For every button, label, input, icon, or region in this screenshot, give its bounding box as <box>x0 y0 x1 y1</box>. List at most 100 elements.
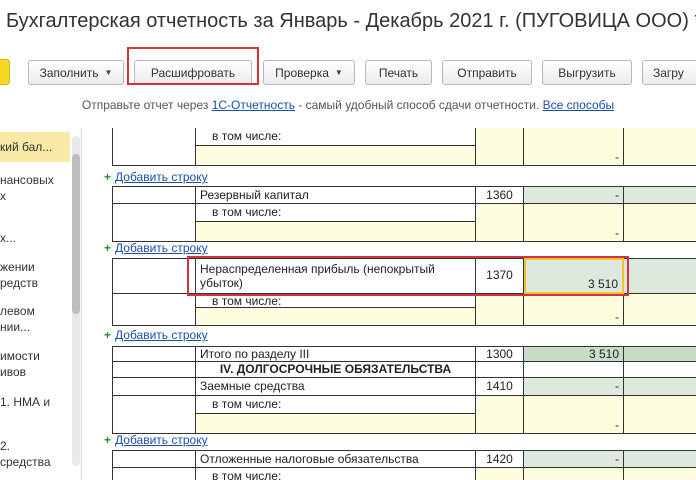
sections-scrollbar[interactable] <box>72 136 80 466</box>
check-button[interactable]: Проверка ▼ <box>263 60 355 85</box>
section-item[interactable]: х... <box>0 230 70 246</box>
code-cell <box>476 396 524 434</box>
save-close-button[interactable] <box>0 59 10 85</box>
add-row-label: Добавить строку <box>115 433 208 447</box>
value-cell[interactable] <box>624 468 696 480</box>
add-row-link[interactable]: + Добавить строку <box>104 241 208 255</box>
row-label: в том числе: <box>196 294 476 308</box>
add-row-label: Добавить строку <box>115 241 208 255</box>
deferred-tax-label: Отложенные налоговые обязательства <box>196 450 476 468</box>
send-button[interactable]: Отправить <box>442 60 532 85</box>
add-row-link[interactable]: + Добавить строку <box>104 328 208 342</box>
deferred-tax-prev[interactable] <box>624 450 696 468</box>
retained-earnings-highlight-frame <box>187 256 629 296</box>
value-cell[interactable] <box>624 294 696 326</box>
section-item[interactable]: 2. <box>0 438 70 454</box>
value-cell[interactable]: - <box>524 204 624 242</box>
value-cell[interactable] <box>624 396 696 434</box>
section-item[interactable]: жении <box>0 259 70 275</box>
report-sections-panel: кий бал... нансовых х х... жении редств … <box>0 128 82 480</box>
add-row-label: Добавить строку <box>115 170 208 184</box>
section-item[interactable]: нии... <box>0 319 70 335</box>
code-cell <box>476 294 524 326</box>
reserve-capital-value[interactable]: - <box>524 186 624 204</box>
plus-icon: + <box>104 328 112 342</box>
total-section3-code: 1300 <box>476 346 524 362</box>
scrollbar-thumb[interactable] <box>72 154 80 314</box>
section-item[interactable]: 1. НМА и <box>0 394 70 410</box>
window-title: Бухгалтерская отчетность за Январь - Дек… <box>6 10 696 32</box>
value-cell[interactable]: - <box>524 128 624 166</box>
reserve-capital-code: 1360 <box>476 186 524 204</box>
value-cell <box>524 362 624 378</box>
row-spacer <box>112 294 196 326</box>
row-spacer <box>112 346 196 362</box>
row-spacer <box>112 204 196 242</box>
section-item[interactable]: средства <box>0 454 70 470</box>
add-row-link[interactable]: + Добавить строку <box>104 170 208 184</box>
deferred-tax-value[interactable]: - <box>524 450 624 468</box>
section-item[interactable]: левом <box>0 303 70 319</box>
print-button[interactable]: Печать <box>365 60 432 85</box>
row-label: в том числе: <box>196 128 476 146</box>
fill-button[interactable]: Заполнить ▼ <box>28 60 124 85</box>
row-spacer <box>112 362 196 378</box>
value-cell[interactable] <box>524 468 624 480</box>
value-cell[interactable] <box>624 128 696 166</box>
borrowed-funds-value[interactable]: - <box>524 378 624 396</box>
info-middle: - самый удобный способ сдачи отчетности. <box>294 98 543 112</box>
import-button[interactable]: Загру <box>642 60 696 85</box>
export-button[interactable]: Выгрузить <box>542 60 632 85</box>
code-cell <box>476 362 524 378</box>
report-sheet: в том числе: - + Добавить строку Резервны… <box>90 128 696 480</box>
add-row-link[interactable]: + Добавить строку <box>104 433 208 447</box>
reserve-capital-prev[interactable] <box>624 186 696 204</box>
section4-header: IV. ДОЛГОСРОЧНЫЕ ОБЯЗАТЕЛЬСТВА <box>196 362 476 378</box>
value-cell[interactable] <box>624 204 696 242</box>
fill-button-label: Заполнить <box>39 65 99 80</box>
value-cell[interactable]: - <box>524 396 624 434</box>
send-button-label: Отправить <box>457 65 517 80</box>
section-item[interactable]: нансовых <box>0 172 70 188</box>
reserve-capital-label: Резервный капитал <box>196 186 476 204</box>
section-item[interactable]: кий бал... <box>0 132 70 162</box>
row-spacer <box>112 450 196 468</box>
check-button-label: Проверка <box>275 65 329 80</box>
add-row-label: Добавить строку <box>115 328 208 342</box>
code-cell <box>476 128 524 166</box>
total-section3-label: Итого по разделу III <box>196 346 476 362</box>
chevron-down-icon: ▼ <box>334 68 343 77</box>
borrowed-funds-prev[interactable] <box>624 378 696 396</box>
plus-icon: + <box>104 433 112 447</box>
row-spacer <box>112 468 196 480</box>
1c-reporting-link[interactable]: 1С-Отчетность <box>212 98 295 112</box>
input-cell[interactable] <box>196 222 476 242</box>
retained-earnings-prev[interactable] <box>624 258 696 294</box>
total-section3-prev <box>624 346 696 362</box>
section-item[interactable]: х <box>0 188 70 204</box>
section-item[interactable]: имости <box>0 348 70 364</box>
row-label: в том числе: <box>196 204 476 222</box>
section-item[interactable]: ивов <box>0 364 70 380</box>
input-cell[interactable] <box>196 146 476 166</box>
row-label: в том числе: <box>196 468 476 480</box>
row-spacer <box>112 186 196 204</box>
section-item[interactable]: редств <box>0 275 70 291</box>
export-button-label: Выгрузить <box>558 65 616 80</box>
all-ways-link[interactable]: Все способы <box>543 98 615 112</box>
chevron-down-icon: ▼ <box>104 68 113 77</box>
import-button-label: Загру <box>653 65 684 80</box>
row-spacer <box>112 378 196 396</box>
deferred-tax-code: 1420 <box>476 450 524 468</box>
borrowed-funds-label: Заемные средства <box>196 378 476 396</box>
plus-icon: + <box>104 241 112 255</box>
toolbar: Заполнить ▼ Расшифровать Проверка ▼ Печа… <box>0 47 696 86</box>
code-cell <box>476 204 524 242</box>
value-cell <box>624 362 696 378</box>
info-bar: Отправьте отчет через 1С-Отчетность - са… <box>0 98 696 122</box>
value-cell[interactable]: - <box>524 294 624 326</box>
decode-highlight-frame <box>127 47 259 85</box>
input-cell[interactable] <box>196 308 476 326</box>
code-cell <box>476 468 524 480</box>
input-cell[interactable] <box>196 414 476 434</box>
